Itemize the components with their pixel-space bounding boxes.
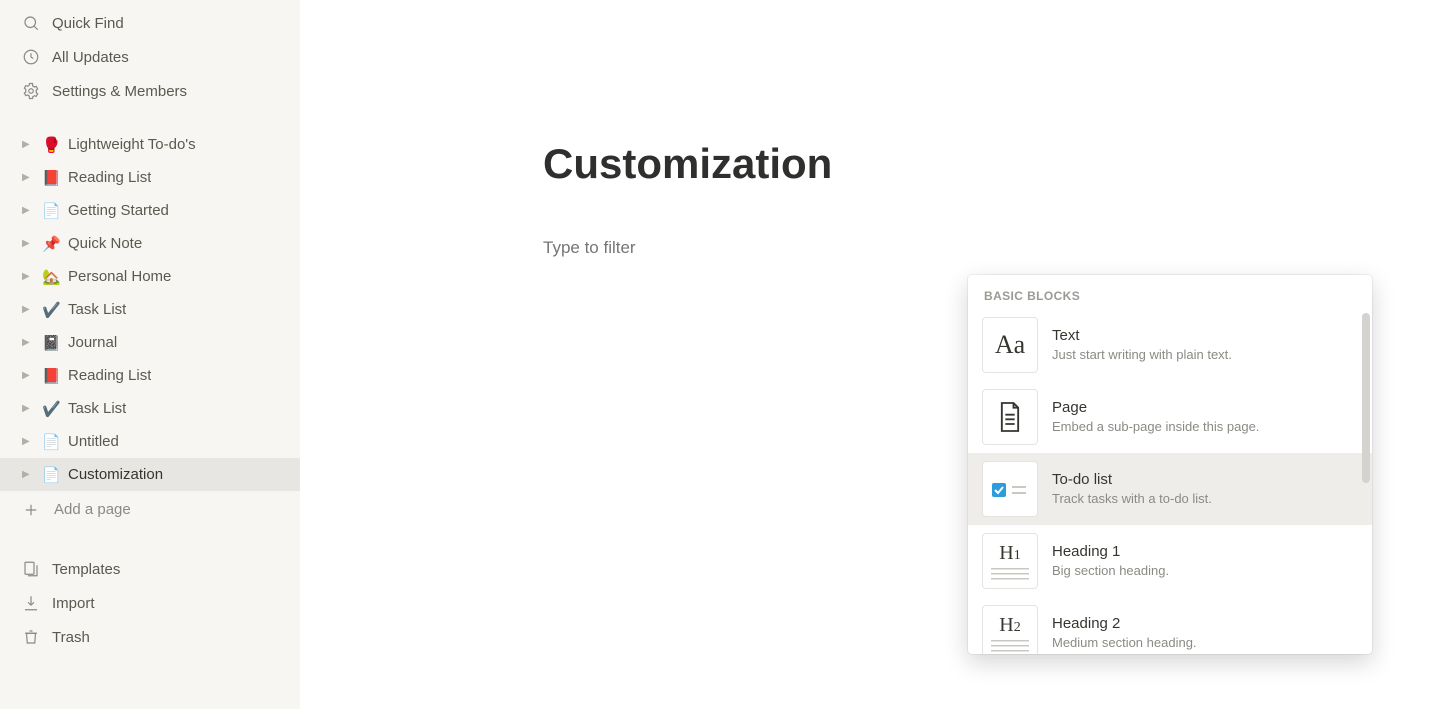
block-option-page[interactable]: Page Embed a sub-page inside this page. [968,381,1372,453]
chevron-right-icon[interactable]: ▶ [22,370,34,381]
block-title: Heading 2 [1052,614,1358,634]
block-thumb-icon: Aa [982,317,1038,373]
sidebar-footer-label: Trash [52,629,90,646]
page-label: Getting Started [68,202,169,219]
block-desc: Embed a sub-page inside this page. [1052,419,1358,436]
sidebar-page-item[interactable]: ▶ ✔️ Task List [0,392,300,425]
page-label: Customization [68,466,163,483]
block-option-text[interactable]: Aa Text Just start writing with plain te… [968,309,1372,381]
block-thumb-icon: H2 [982,605,1038,654]
block-desc: Medium section heading. [1052,635,1358,652]
block-thumb-icon: H1 [982,533,1038,589]
filter-input[interactable] [543,238,1193,258]
sidebar-page-item[interactable]: ▶ 📄 Untitled [0,425,300,458]
page-emoji-icon: 📌 [42,235,60,253]
trash-icon [22,628,40,646]
page-label: Reading List [68,367,151,384]
sidebar-page-item[interactable]: ▶ 📓 Journal [0,326,300,359]
sidebar-page-item[interactable]: ▶ 📕 Reading List [0,161,300,194]
block-title: Text [1052,326,1358,346]
sidebar-page-item[interactable]: ▶ 🥊 Lightweight To-do's [0,128,300,161]
sidebar-footer-label: Templates [52,561,120,578]
chevron-right-icon[interactable]: ▶ [22,271,34,282]
page-label: Task List [68,400,126,417]
sidebar-search[interactable]: Quick Find [0,6,300,40]
page-label: Personal Home [68,268,171,285]
sidebar-page-item[interactable]: ▶ 📕 Reading List [0,359,300,392]
page-emoji-icon: 📄 [42,466,60,484]
sidebar-templates[interactable]: Templates [0,552,300,586]
chevron-right-icon[interactable]: ▶ [22,139,34,150]
templates-icon [22,560,40,578]
chevron-right-icon[interactable]: ▶ [22,436,34,447]
chevron-right-icon[interactable]: ▶ [22,205,34,216]
scrollbar[interactable] [1362,313,1370,483]
chevron-right-icon[interactable]: ▶ [22,238,34,249]
block-title: Page [1052,398,1358,418]
search-icon [22,14,40,32]
sidebar-page-item[interactable]: ▶ 📄 Customization [0,458,300,491]
sidebar-top-label: All Updates [52,49,129,66]
chevron-right-icon[interactable]: ▶ [22,172,34,183]
sidebar-trash[interactable]: Trash [0,620,300,654]
page-emoji-icon: 📄 [42,433,60,451]
block-title: To-do list [1052,470,1358,490]
popup-section-header: BASIC BLOCKS [968,275,1372,309]
page-emoji-icon: ✔️ [42,400,60,418]
page-label: Quick Note [68,235,142,252]
chevron-right-icon[interactable]: ▶ [22,304,34,315]
import-icon [22,594,40,612]
page-emoji-icon: 📄 [42,202,60,220]
page-emoji-icon: 📕 [42,367,60,385]
block-desc: Track tasks with a to-do list. [1052,491,1358,508]
block-thumb-icon [982,461,1038,517]
block-desc: Just start writing with plain text. [1052,347,1358,364]
sidebar-footer-label: Import [52,595,95,612]
sidebar-page-item[interactable]: ▶ ✔️ Task List [0,293,300,326]
sidebar-page-item[interactable]: ▶ 📌 Quick Note [0,227,300,260]
block-title: Heading 1 [1052,542,1358,562]
plus-icon [22,501,40,519]
sidebar-page-item[interactable]: ▶ 📄 Getting Started [0,194,300,227]
sidebar-clock[interactable]: All Updates [0,40,300,74]
sidebar-top-label: Quick Find [52,15,124,32]
chevron-right-icon[interactable]: ▶ [22,337,34,348]
sidebar-gear[interactable]: Settings & Members [0,74,300,108]
block-desc: Big section heading. [1052,563,1358,580]
sidebar-top-label: Settings & Members [52,83,187,100]
block-option-todo[interactable]: To-do list Track tasks with a to-do list… [968,453,1372,525]
block-picker-popup: BASIC BLOCKS Aa Text Just start writing … [968,275,1372,654]
block-option-h1[interactable]: H1 Heading 1 Big section heading. [968,525,1372,597]
page-label: Journal [68,334,117,351]
sidebar-page-item[interactable]: ▶ 🏡 Personal Home [0,260,300,293]
page-label: Lightweight To-do's [68,136,196,153]
add-page-label: Add a page [54,501,131,518]
sidebar-import[interactable]: Import [0,586,300,620]
page-emoji-icon: 🥊 [42,136,60,154]
chevron-right-icon[interactable]: ▶ [22,403,34,414]
chevron-right-icon[interactable]: ▶ [22,469,34,480]
sidebar: Quick Find All Updates Settings & Member… [0,0,300,709]
block-thumb-icon [982,389,1038,445]
add-page-button[interactable]: Add a page [0,493,300,526]
clock-icon [22,48,40,66]
page-emoji-icon: 📓 [42,334,60,352]
page-label: Task List [68,301,126,318]
page-title: Customization [543,140,1193,188]
block-option-h2[interactable]: H2 Heading 2 Medium section heading. [968,597,1372,654]
gear-icon [22,82,40,100]
main-content: Customization BASIC BLOCKS Aa Text Just … [300,0,1436,709]
page-label: Reading List [68,169,151,186]
page-emoji-icon: ✔️ [42,301,60,319]
page-emoji-icon: 📕 [42,169,60,187]
page-emoji-icon: 🏡 [42,268,60,286]
page-label: Untitled [68,433,119,450]
